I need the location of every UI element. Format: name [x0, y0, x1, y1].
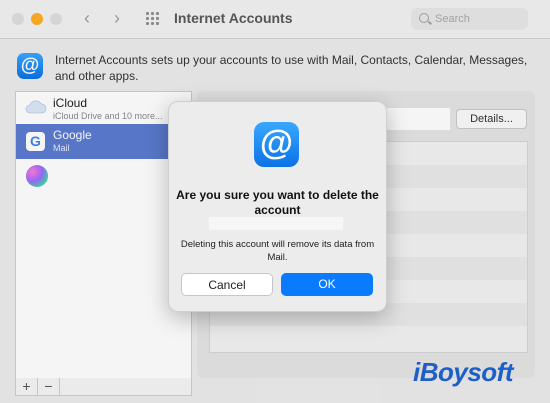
dialog-message: Deleting this account will remove its da… [180, 239, 375, 263]
at-sign-icon: @ [254, 122, 299, 167]
cancel-button[interactable]: Cancel [181, 273, 273, 296]
ok-button[interactable]: OK [281, 273, 373, 296]
search-placeholder: Search [435, 13, 470, 25]
window-title: Internet Accounts [174, 10, 293, 26]
redacted-account-identifier [209, 217, 343, 230]
search-icon [419, 13, 429, 23]
title-bar: ‹ › Internet Accounts Search [0, 0, 550, 39]
show-all-grid-icon[interactable] [146, 12, 160, 26]
back-chevron-icon[interactable]: ‹ [84, 8, 90, 29]
zoom-window-button[interactable] [50, 13, 62, 25]
close-window-button[interactable] [12, 13, 24, 25]
delete-account-dialog: @ Are you sure you want to delete the ac… [168, 101, 387, 312]
minimize-window-button[interactable] [31, 13, 43, 25]
forward-chevron-icon[interactable]: › [114, 8, 120, 29]
dialog-title: Are you sure you want to delete the acco… [176, 188, 379, 217]
iboysoft-watermark-logo: iBoysoft [413, 357, 514, 387]
search-input[interactable]: Search [411, 8, 528, 30]
